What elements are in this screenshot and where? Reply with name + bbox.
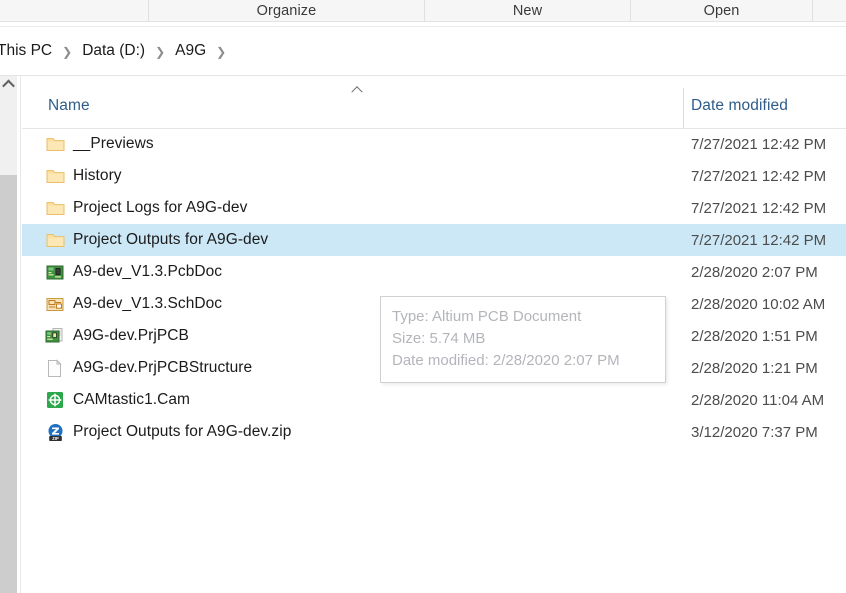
file-name: Project Logs for A9G-dev [73, 199, 248, 216]
file-date-modified: 3/12/2020 7:37 PM [691, 423, 818, 441]
address-bar[interactable]: This PC ❯ Data (D:) ❯ A9G ❯ [0, 27, 846, 76]
file-name: A9-dev_V1.3.SchDoc [73, 295, 223, 312]
table-row[interactable]: ZIP Project Outputs for A9G-dev.zip 3/12… [22, 416, 846, 448]
column-header-date-modified[interactable]: Date modified [691, 97, 788, 115]
table-row[interactable]: CAMtastic1.Cam 2/28/2020 11:04 AM [22, 384, 846, 416]
zip-archive-icon: ZIP [44, 421, 66, 443]
chevron-right-icon: ❯ [155, 45, 166, 59]
breadcrumb: This PC ❯ Data (D:) ❯ A9G ❯ [0, 40, 233, 62]
chevron-right-icon: ❯ [62, 45, 73, 59]
tooltip-type-line: Type: Altium PCB Document [392, 308, 582, 325]
folder-icon [44, 197, 66, 219]
tooltip-size-line: Size: 5.74 MB [392, 330, 486, 347]
tooltip-date-line: Date modified: 2/28/2020 2:07 PM [392, 352, 620, 369]
table-row[interactable]: Project Logs for A9G-dev 7/27/2021 12:42… [22, 192, 846, 224]
file-name: Project Outputs for A9G-dev [73, 231, 269, 248]
ribbon-group-organize[interactable]: Organize [149, 0, 424, 21]
pcb-project-icon [44, 325, 66, 347]
ribbon-group-open-label: Open [703, 2, 740, 19]
schematic-document-icon [44, 293, 66, 315]
column-header-row: Name Date modified [22, 76, 846, 129]
file-name: Project Outputs for A9G-dev.zip [73, 423, 292, 440]
navigation-pane-scrollbar[interactable] [0, 76, 17, 593]
ribbon-separator [148, 0, 149, 21]
svg-text:ZIP: ZIP [52, 436, 59, 441]
chevron-right-icon: ❯ [216, 45, 227, 59]
table-row[interactable]: History 7/27/2021 12:42 PM [22, 160, 846, 192]
pane-divider [20, 76, 21, 593]
file-name: History [73, 167, 122, 184]
file-date-modified: 2/28/2020 2:07 PM [691, 263, 818, 281]
ribbon-separator [424, 0, 425, 21]
cam-document-icon [44, 389, 66, 411]
table-row[interactable]: Project Outputs for A9G-dev 7/27/2021 12… [22, 224, 846, 256]
column-divider[interactable] [683, 88, 684, 128]
folder-icon [44, 165, 66, 187]
file-date-modified: 2/28/2020 11:04 AM [691, 391, 825, 409]
breadcrumb-item-data-d[interactable]: Data (D:) [79, 40, 148, 62]
folder-icon [44, 133, 66, 155]
pcb-document-icon [44, 261, 66, 283]
file-date-modified: 2/28/2020 1:51 PM [691, 327, 818, 345]
ribbon-group-new[interactable]: New [425, 0, 630, 21]
ribbon-separator [812, 0, 813, 21]
file-rows: __Previews 7/27/2021 12:42 PM History 7/… [22, 128, 846, 448]
folder-icon [44, 229, 66, 251]
file-name: CAMtastic1.Cam [73, 391, 190, 408]
file-date-modified: 7/27/2021 12:42 PM [691, 199, 827, 217]
file-date-modified: 7/27/2021 12:42 PM [691, 135, 827, 153]
ribbon-group-new-label: New [512, 2, 543, 19]
scroll-up-arrow-icon[interactable] [0, 76, 17, 93]
ribbon-group-organize-label: Organize [256, 2, 317, 19]
file-name: A9G-dev.PrjPCBStructure [73, 359, 253, 376]
ribbon-toolbar: Organize New Open [0, 0, 846, 22]
navigation-pane [0, 76, 22, 593]
table-row[interactable]: A9-dev_V1.3.PcbDoc 2/28/2020 2:07 PM [22, 256, 846, 288]
scrollbar-thumb[interactable] [0, 175, 17, 593]
column-header-name[interactable]: Name [48, 97, 90, 115]
file-date-modified: 7/27/2021 12:42 PM [691, 231, 827, 249]
sort-ascending-icon [351, 85, 366, 98]
table-row[interactable]: __Previews 7/27/2021 12:42 PM [22, 128, 846, 160]
file-date-modified: 7/27/2021 12:42 PM [691, 167, 827, 185]
breadcrumb-item-a9g[interactable]: A9G [172, 40, 209, 62]
file-date-modified: 2/28/2020 10:02 AM [691, 295, 826, 313]
file-name: A9G-dev.PrjPCB [73, 327, 189, 344]
file-date-modified: 2/28/2020 1:21 PM [691, 359, 818, 377]
breadcrumb-item-this-pc[interactable]: This PC [0, 40, 55, 62]
ribbon-group-open[interactable]: Open [631, 0, 812, 21]
file-name: A9-dev_V1.3.PcbDoc [73, 263, 223, 280]
ribbon-separator [630, 0, 631, 21]
file-name: __Previews [73, 135, 154, 152]
blank-file-icon [44, 357, 66, 379]
file-info-tooltip: Type: Altium PCB Document Size: 5.74 MB … [380, 296, 666, 383]
